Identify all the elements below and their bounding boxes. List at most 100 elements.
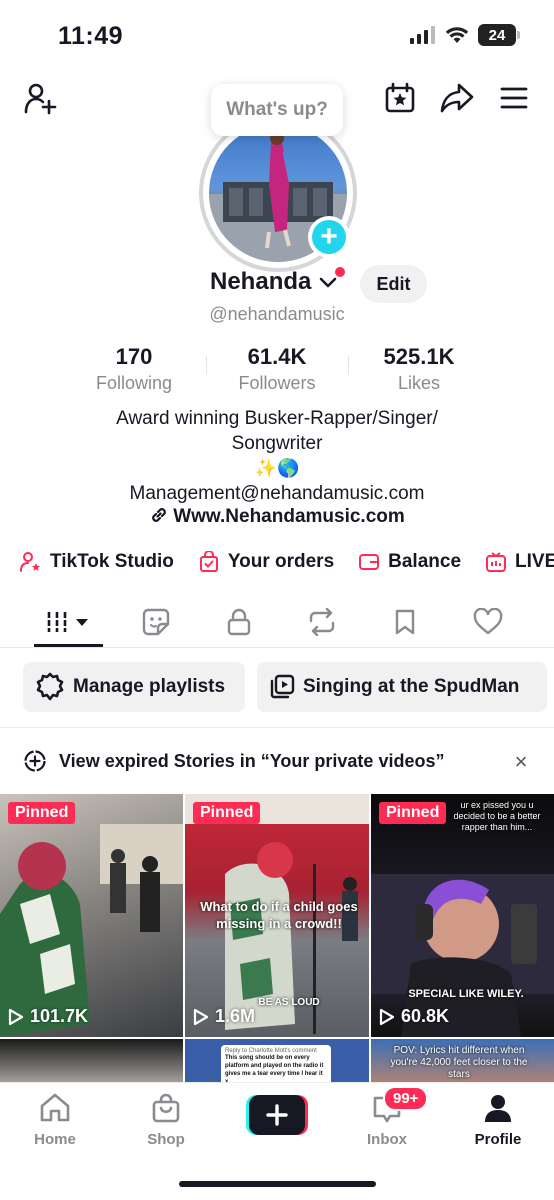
nav-label: Profile bbox=[474, 1131, 522, 1148]
stat-label: Likes bbox=[397, 373, 441, 393]
stat-label: Followers bbox=[238, 373, 316, 393]
video-caption: ur ex pissed you u decided to be a bette… bbox=[453, 800, 541, 832]
shortcut-label: Your orders bbox=[227, 551, 335, 572]
profile-icon bbox=[485, 1095, 511, 1122]
stat-followers[interactable]: 61.4K Followers bbox=[207, 344, 347, 394]
tab-videos[interactable] bbox=[34, 604, 104, 640]
chevron-down-icon[interactable] bbox=[318, 276, 338, 290]
profile-stats: 170 Following 61.4K Followers 525.1K Lik… bbox=[0, 344, 554, 394]
bio-line: Award winning Busker-Rapper/Singer/ bbox=[116, 408, 438, 429]
close-icon[interactable]: × bbox=[509, 749, 533, 775]
nav-home[interactable]: Home bbox=[10, 1093, 100, 1148]
view-count: 1.6M bbox=[193, 1006, 255, 1027]
shortcut-label: TikTok Studio bbox=[50, 551, 174, 572]
stat-value: 525.1K bbox=[383, 344, 455, 369]
chip-label: Singing at the SpudMan bbox=[303, 676, 520, 697]
section-divider bbox=[0, 727, 554, 728]
chip-label: Manage playlists bbox=[73, 676, 226, 697]
calendar-star-icon[interactable] bbox=[384, 82, 416, 114]
playlist-singing-at-the-spudman[interactable]: Singing at the SpudMan bbox=[257, 662, 547, 712]
battery-indicator: 24 bbox=[478, 24, 520, 46]
active-tab-indicator bbox=[34, 644, 103, 647]
profile-name[interactable]: Nehanda bbox=[210, 268, 311, 296]
link-icon bbox=[152, 508, 167, 522]
shortcut-tiktok-studio[interactable]: TikTok Studio bbox=[20, 551, 174, 573]
shortcut-balance[interactable]: Balance bbox=[358, 551, 461, 573]
grid-bars-icon bbox=[47, 612, 88, 632]
profile-shortcuts: TikTok Studio Your orders Balance LIVE bbox=[20, 546, 554, 578]
video-thumbnail[interactable]: Pinned 101.7K bbox=[0, 794, 183, 1037]
create-button[interactable] bbox=[246, 1095, 308, 1135]
pinned-badge: Pinned bbox=[193, 802, 261, 824]
view-count: 101.7K bbox=[8, 1006, 88, 1027]
video-caption: POV: Lyrics hit different when you're 42… bbox=[390, 1045, 528, 1080]
shop-icon bbox=[152, 1093, 180, 1123]
home-icon bbox=[40, 1093, 70, 1122]
status-time: 11:49 bbox=[58, 22, 124, 50]
tab-favorites[interactable] bbox=[370, 604, 440, 640]
profile-bio: Award winning Busker-Rapper/Singer/ Song… bbox=[0, 406, 554, 506]
shortcut-live[interactable]: LIVE bbox=[485, 551, 554, 573]
share-icon[interactable] bbox=[440, 82, 474, 114]
view-count-value: 60.8K bbox=[401, 1006, 450, 1026]
link-text: Www.Nehandamusic.com bbox=[173, 506, 405, 527]
stat-following[interactable]: 170 Following bbox=[64, 344, 204, 394]
shortcut-label: Balance bbox=[388, 551, 462, 572]
manage-playlists-button[interactable]: Manage playlists bbox=[23, 662, 245, 712]
shortcut-label: LIVE bbox=[515, 551, 554, 572]
nav-label: Inbox bbox=[367, 1131, 407, 1148]
nav-label: Shop bbox=[147, 1131, 185, 1148]
status-bar: 11:49 24 bbox=[0, 0, 554, 72]
bookmark-icon bbox=[395, 609, 415, 635]
profile-link[interactable]: Www.Nehandamusic.com bbox=[0, 505, 554, 528]
repost-icon bbox=[309, 608, 335, 636]
add-story-button[interactable]: + bbox=[308, 216, 350, 258]
lock-icon bbox=[227, 608, 251, 636]
nav-shop[interactable]: Shop bbox=[121, 1093, 211, 1148]
shortcut-your-orders[interactable]: Your orders bbox=[198, 551, 334, 573]
tab-stickers[interactable] bbox=[121, 604, 191, 640]
stat-value: 170 bbox=[115, 344, 153, 369]
status-note-bubble[interactable]: What's up? bbox=[211, 84, 343, 136]
tab-liked[interactable] bbox=[453, 604, 523, 640]
tab-private[interactable] bbox=[204, 604, 274, 640]
video-thumbnail-image bbox=[0, 824, 183, 1037]
play-icon bbox=[8, 1008, 24, 1025]
plus-icon: + bbox=[312, 220, 346, 254]
home-indicator bbox=[179, 1181, 376, 1187]
view-count: 60.8K bbox=[379, 1006, 449, 1027]
expired-stories-banner[interactable]: View expired Stories in “Your private vi… bbox=[23, 742, 533, 780]
video-thumbnail[interactable]: Pinned ur ex pissed you u decided to be … bbox=[371, 794, 554, 1037]
stat-likes[interactable]: 525.1K Likes bbox=[349, 344, 489, 394]
playlist-icon bbox=[270, 674, 295, 699]
profile-handle: @nehandamusic bbox=[209, 304, 345, 324]
tab-reposts[interactable] bbox=[287, 604, 357, 640]
view-count-value: 1.6M bbox=[215, 1006, 256, 1026]
playlist-settings-icon bbox=[36, 672, 64, 701]
person-star-icon bbox=[20, 552, 40, 572]
playlist-chips: Manage playlists Singing at the SpudMan bbox=[23, 662, 547, 712]
inbox-badge: 99+ bbox=[383, 1086, 429, 1111]
stat-value: 61.4K bbox=[247, 344, 307, 369]
signal-icon bbox=[410, 26, 435, 44]
view-count-value: 101.7K bbox=[30, 1006, 89, 1026]
nav-profile[interactable]: Profile bbox=[453, 1093, 543, 1148]
story-add-icon bbox=[24, 750, 46, 772]
edit-profile-button[interactable]: Edit bbox=[360, 265, 427, 303]
bio-emoji: ✨🌎 bbox=[254, 458, 300, 479]
video-caption: BE AS LOUD bbox=[258, 997, 320, 1008]
video-thumbnail[interactable]: Pinned What to do if a child goes missin… bbox=[185, 794, 369, 1037]
add-friend-icon[interactable] bbox=[24, 82, 58, 116]
pinned-badge: Pinned bbox=[8, 802, 76, 824]
status-icons: 24 bbox=[410, 24, 520, 46]
bio-email: Management@nehandamusic.com bbox=[129, 483, 425, 504]
profile-tabs bbox=[0, 596, 554, 648]
play-icon bbox=[193, 1008, 209, 1025]
wifi-icon bbox=[445, 27, 469, 43]
stat-label: Following bbox=[95, 373, 173, 393]
menu-icon[interactable] bbox=[500, 86, 528, 110]
video-caption: What to do if a child goes missing in a … bbox=[200, 899, 358, 931]
video-caption: SPECIAL LIKE WILEY. bbox=[408, 988, 524, 1000]
shopping-bag-check-icon bbox=[199, 551, 218, 572]
video-grid: Pinned 101.7K Pinned What to do if a chi… bbox=[0, 794, 554, 1094]
